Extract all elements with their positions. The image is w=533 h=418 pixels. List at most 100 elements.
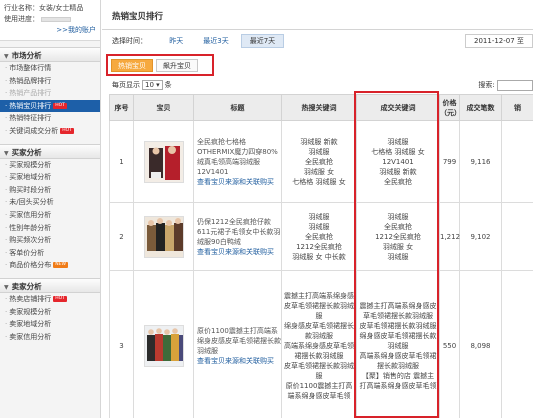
view-source-link[interactable]: 查看宝贝来源和关联购买 bbox=[197, 177, 281, 187]
product-title-cell: 全民疯抢七格格 OTHERMIX魔力四穿80%绒真毛领高端羽绒服12V1401 查… bbox=[193, 120, 282, 203]
deal-keyword: 12V1401 bbox=[382, 157, 414, 166]
deal-keyword: 1212全民疯抢 bbox=[375, 232, 421, 241]
sidebar-item[interactable]: · 商品价格分布 NEW bbox=[0, 259, 100, 272]
sidebar-item[interactable]: · 关键词成交分析 HOT bbox=[0, 125, 100, 138]
time-option-button[interactable]: 昨天 bbox=[161, 34, 191, 48]
price-cell: 1,212 bbox=[439, 202, 460, 271]
sidebar-item[interactable]: · 买家规模分析 bbox=[0, 159, 100, 172]
table-controls: 每页显示 10 ▾ 条 搜索: bbox=[112, 79, 533, 91]
bullet-icon: · bbox=[5, 248, 8, 257]
sidebar-item[interactable]: · 热销品牌排行 bbox=[0, 75, 100, 88]
product-title-cell: 仍保1212全民疯抢仔款611元裙子毛领女中长款羽绒服90白鸭绒 查看宝贝来源和关… bbox=[193, 202, 282, 271]
sidebar-item[interactable]: · 热销产品排行 bbox=[0, 87, 100, 100]
badge: NEW bbox=[53, 262, 68, 269]
deal-keywords-cell: 震撼主打高端系绵身感皮草毛领裙摆长款羽绒服 皮草毛领裙摆长款羽绒服 绵身感皮草毛领裙… bbox=[356, 270, 440, 418]
view-source-link[interactable]: 查看宝贝来源和关联购买 bbox=[197, 247, 281, 257]
sales-cell bbox=[501, 270, 533, 418]
sidebar-section-header[interactable]: ▼ 市场分析 bbox=[0, 47, 100, 62]
hot-keywords-cell: 羽绒服 羽绒服 全民疯抢 1212全民疯抢 羽绒服 女 中长款 bbox=[281, 202, 357, 271]
triangle-down-icon: ▼ bbox=[4, 283, 9, 291]
date-range-picker[interactable]: 2011-12-07 至 bbox=[465, 34, 533, 48]
bullet-icon: · bbox=[5, 114, 8, 123]
product-title-link[interactable]: 仍保1212全民疯抢仔款611元裙子毛领女中长款羽绒服90白鸭绒 bbox=[197, 217, 281, 247]
product-title-link[interactable]: 原价1100震撼主打高端系绵身皮感皮草毛领裙摆长款羽绒服 bbox=[197, 326, 281, 356]
sidebar-item[interactable]: · 购买时段分析 bbox=[0, 184, 100, 197]
deal-keyword: 【聚】销售的店 震撼主打高端系绵身感皮草毛领 bbox=[359, 371, 437, 390]
sidebar-item-label: 热卖店铺排行 bbox=[9, 294, 52, 303]
bullet-icon: · bbox=[5, 223, 8, 232]
column-header[interactable]: 序号 bbox=[109, 94, 134, 121]
column-header[interactable]: 价格（元） bbox=[439, 94, 461, 121]
sidebar-item[interactable]: · 卖家规模分析 bbox=[0, 306, 100, 319]
badge: HOT bbox=[60, 127, 74, 134]
bullet-icon: · bbox=[5, 320, 8, 329]
column-header[interactable]: 成交笔数 bbox=[459, 94, 502, 121]
bullet-icon: · bbox=[5, 198, 8, 207]
sidebar-item[interactable]: · 买家信用分析 bbox=[0, 209, 100, 222]
badge: HOT bbox=[53, 102, 67, 109]
bullet-icon: · bbox=[5, 173, 8, 182]
sidebar-item[interactable]: · 市场整体行情 bbox=[0, 62, 100, 75]
usage-label: 使用进度： bbox=[4, 15, 39, 23]
my-account-link[interactable]: >>我的账户 bbox=[4, 25, 96, 36]
column-header[interactable]: 热搜关键词 bbox=[281, 94, 357, 121]
usage-meter bbox=[41, 16, 71, 22]
column-header[interactable]: 宝贝 bbox=[133, 94, 194, 121]
hot-keyword: 全民疯抢 bbox=[305, 157, 333, 166]
sidebar-item[interactable]: · 购买频次分析 bbox=[0, 234, 100, 247]
sidebar-item[interactable]: · 未/回头买分析 bbox=[0, 196, 100, 209]
sidebar-item-label: 性别年龄分析 bbox=[9, 223, 52, 232]
time-option-button[interactable]: 最近7天 bbox=[240, 34, 285, 48]
page-size-select[interactable]: 10 ▾ bbox=[142, 80, 163, 90]
product-thumbnail[interactable] bbox=[143, 140, 184, 183]
column-header[interactable]: 销 bbox=[501, 94, 533, 121]
sidebar-item-label: 热销产品排行 bbox=[9, 89, 52, 98]
sidebar-item-label: 购买频次分析 bbox=[9, 236, 52, 245]
table-header-row: 序号 宝贝 标题 热搜关键词 成交关键词 价格（元） 成交笔数销 bbox=[109, 94, 533, 121]
bullet-icon: · bbox=[5, 185, 8, 194]
ranking-table: 序号 宝贝 标题 热搜关键词 成交关键词 价格（元） 成交笔数销 1 全民疯抢七格格 OTHE… bbox=[109, 94, 533, 418]
time-option-button[interactable]: 最近3天 bbox=[195, 34, 236, 48]
sidebar-section-header[interactable]: ▼ 买家分析 bbox=[0, 143, 100, 159]
tab-button[interactable]: 飙升宝贝 bbox=[156, 59, 198, 72]
triangle-down-icon: ▼ bbox=[4, 149, 9, 157]
search-input[interactable] bbox=[497, 79, 533, 91]
sidebar-item-label: 未/回头买分析 bbox=[9, 198, 54, 207]
view-source-link[interactable]: 查看宝贝来源和关联购买 bbox=[197, 356, 281, 366]
product-thumbnail[interactable] bbox=[143, 324, 184, 367]
sidebar-item-label: 买家地域分析 bbox=[9, 173, 52, 182]
tab-button[interactable]: 热销宝贝 bbox=[111, 59, 153, 72]
product-image-cell bbox=[133, 202, 194, 271]
page-size-value: 10 bbox=[145, 81, 154, 89]
sidebar-section-header[interactable]: ▼ 卖家分析 bbox=[0, 277, 100, 293]
bullet-icon: · bbox=[5, 101, 8, 110]
hot-keyword: 高端系绵身感皮草毛领裙摆长款羽绒服 bbox=[284, 341, 354, 360]
sidebar-item[interactable]: · 热销特征排行 bbox=[0, 112, 100, 125]
deal-keyword: 震撼主打高端系绵身感皮草毛领裙摆长款羽绒服 bbox=[359, 301, 437, 320]
deal-keyword: 全民疯抢 bbox=[384, 222, 412, 231]
sidebar-menu: · 买家规模分析 · 买家地域分析 · 购买时段分析 · 未/回头买分析 · 买家信用分析 · 性别年… bbox=[0, 159, 100, 272]
bullet-icon: · bbox=[5, 126, 8, 135]
sidebar-item[interactable]: · 热卖店铺排行 HOT bbox=[0, 293, 100, 306]
orders-cell: 9,116 bbox=[459, 120, 502, 203]
product-title-cell: 原价1100震撼主打高端系绵身皮感皮草毛领裙摆长款羽绒服 查看宝贝来源和关联购买 bbox=[193, 270, 282, 418]
sidebar-item-label: 客单价分析 bbox=[9, 248, 45, 257]
product-title-link[interactable]: 全民疯抢七格格 OTHERMIX魔力四穿80%绒真毛领高端羽绒服12V1401 bbox=[197, 137, 281, 177]
sidebar-item[interactable]: · 买家地域分析 bbox=[0, 171, 100, 184]
sidebar-item[interactable]: · 热销宝贝排行 HOT bbox=[0, 99, 100, 113]
ranking-tabs: 热销宝贝 飙升宝贝 bbox=[106, 54, 214, 76]
product-thumbnail[interactable] bbox=[143, 215, 184, 258]
hot-keyword: 羽绒服 新款 bbox=[300, 137, 338, 146]
sidebar-item[interactable]: · 卖家信用分析 bbox=[0, 331, 100, 344]
sidebar-item[interactable]: · 性别年龄分析 bbox=[0, 222, 100, 235]
deal-keyword: 全民疯抢 bbox=[384, 177, 412, 186]
deal-keyword: 羽绒服 新款 bbox=[379, 167, 417, 176]
sidebar-item[interactable]: · 卖家地域分析 bbox=[0, 318, 100, 331]
bullet-icon: · bbox=[5, 89, 8, 98]
column-header[interactable]: 标题 bbox=[193, 94, 282, 121]
column-header[interactable]: 成交关键词 bbox=[356, 94, 440, 121]
hot-keyword: 皮草毛领裙摆长款羽绒服 bbox=[284, 361, 354, 380]
section-title: 买家分析 bbox=[11, 147, 42, 157]
sidebar-item[interactable]: · 客单价分析 bbox=[0, 247, 100, 260]
sidebar-item-label: 买家规模分析 bbox=[9, 160, 52, 169]
